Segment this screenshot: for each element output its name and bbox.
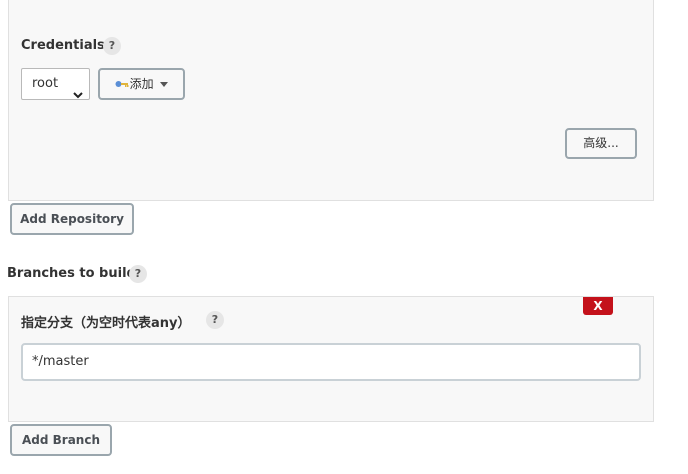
credentials-help-icon[interactable]: ? (103, 37, 121, 55)
add-credentials-label: 添加 (129, 77, 154, 91)
delete-branch-button[interactable]: X (583, 297, 613, 315)
branch-specifier-input[interactable]: */master (21, 343, 641, 381)
add-branch-button[interactable]: Add Branch (10, 424, 112, 456)
branch-specifier-label: 指定分支（为空时代表any） (21, 316, 191, 331)
caret-down-icon (160, 82, 169, 87)
branches-help-icon[interactable]: ? (129, 265, 147, 283)
add-repository-button[interactable]: Add Repository (10, 203, 134, 235)
key-icon (115, 71, 129, 99)
credentials-selected-value: root (32, 76, 59, 91)
repository-panel (8, 0, 654, 201)
credentials-select[interactable]: root (21, 68, 90, 100)
credentials-label: Credentials (21, 38, 105, 53)
advanced-button[interactable]: 高级... (565, 128, 637, 159)
branch-specifier-help-icon[interactable]: ? (206, 311, 224, 329)
add-credentials-button[interactable]: 添加 (98, 68, 185, 100)
chevron-down-icon (73, 81, 83, 111)
branches-to-build-label: Branches to build (7, 266, 136, 281)
